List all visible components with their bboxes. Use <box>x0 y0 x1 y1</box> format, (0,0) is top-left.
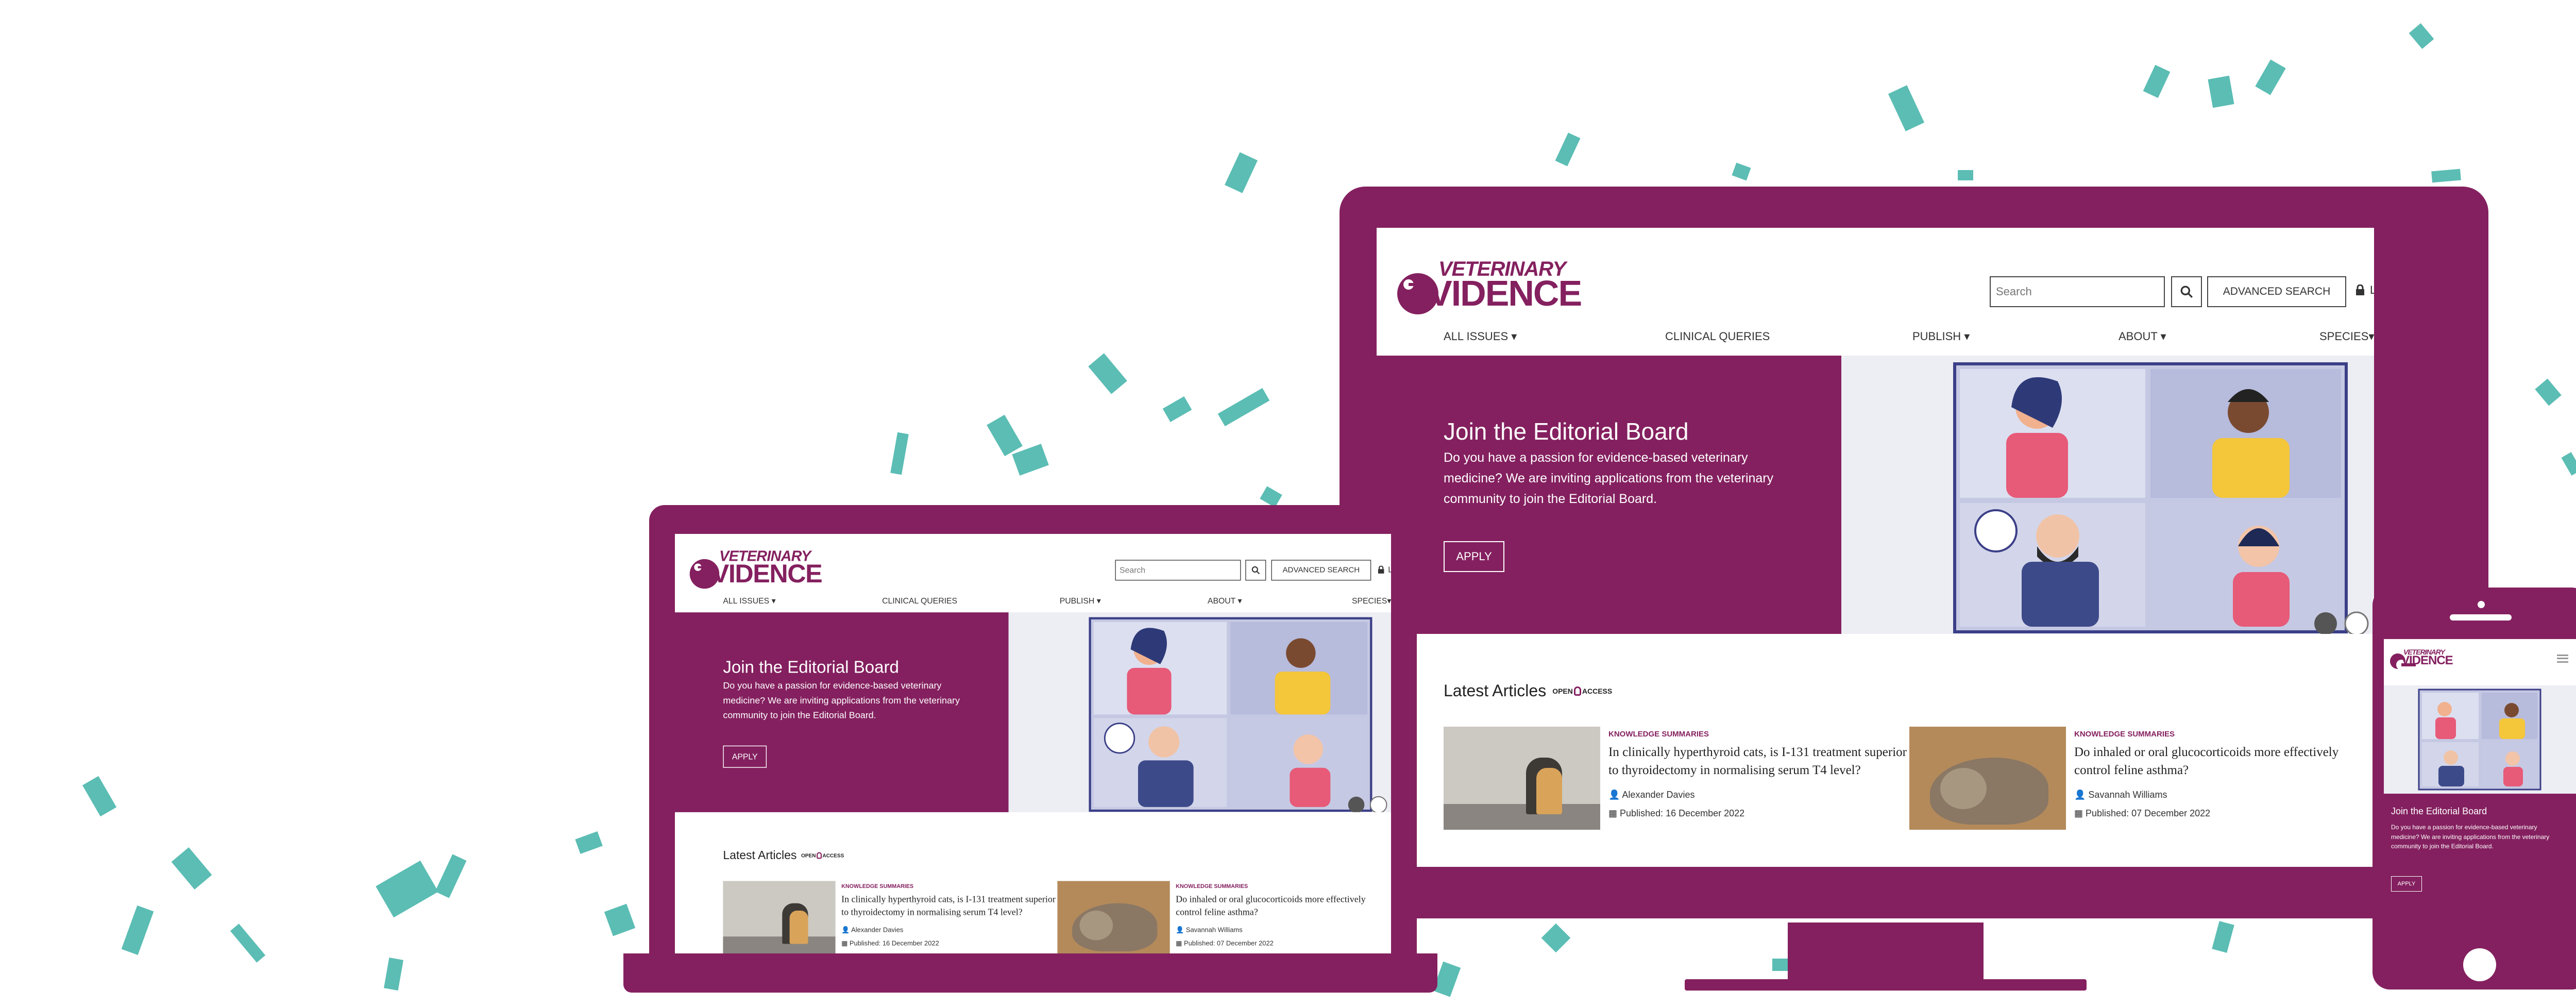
article-thumbnail-cat-bowl[interactable] <box>1444 727 1600 830</box>
hero-title: Join the Editorial Board <box>1444 418 1689 445</box>
video-call-illustration <box>2418 689 2541 791</box>
hero-title: Join the Editorial Board <box>723 657 899 677</box>
nav-all-issues[interactable]: ALL ISSUES ▾ <box>723 596 775 606</box>
latest-articles-heading: Latest Articles OPEN ACCESS <box>723 848 844 862</box>
footer-band <box>1377 867 2374 913</box>
site-logo[interactable]: VETERINARY VIDENCE <box>1397 259 1624 314</box>
open-access-badge: OPEN ACCESS <box>801 852 844 859</box>
article-category[interactable]: KNOWLEDGE SUMMARIES <box>1608 730 1709 739</box>
open-access-badge: OPEN ACCESS <box>1552 686 1613 696</box>
article-thumbnail-cat-bowl[interactable] <box>723 881 836 955</box>
article-category[interactable]: KNOWLEDGE SUMMARIES <box>2074 730 2175 739</box>
lock-icon <box>1378 565 1384 574</box>
nav-clinical-queries[interactable]: CLINICAL QUERIES <box>882 596 957 606</box>
phone-speaker <box>2450 614 2512 621</box>
phone-screen: VETERINARY VIDENCE Join the Editorial Bo… <box>2384 639 2576 938</box>
search-button[interactable] <box>2171 276 2202 307</box>
site-logo[interactable]: VETERINARY VIDENCE <box>2390 648 2472 670</box>
login-label: Login <box>1388 565 1391 575</box>
apply-button[interactable]: APPLY <box>2391 876 2422 892</box>
video-call-illustration <box>1089 617 1387 812</box>
laptop: VETERINARY VIDENCE Search ADVANCED SEARC… <box>649 505 1417 969</box>
article-thumbnail-tabby-cat[interactable] <box>1057 881 1170 955</box>
nav-species[interactable]: SPECIES▾ <box>2319 330 2374 343</box>
monitor-base <box>1685 979 2087 991</box>
phone-home-button[interactable] <box>2463 948 2496 981</box>
advanced-search-button[interactable]: ADVANCED SEARCH <box>1271 560 1371 581</box>
hero-illustration <box>2384 685 2576 794</box>
search-input[interactable]: Search <box>1115 560 1241 581</box>
login-link[interactable]: Login <box>2355 283 2374 297</box>
lock-icon <box>2356 284 2364 295</box>
nav-about[interactable]: ABOUT ▾ <box>1208 596 1242 606</box>
nav-publish[interactable]: PUBLISH ▾ <box>1912 330 1970 343</box>
article-date: ▦ Published: 07 December 2022 <box>1176 939 1274 947</box>
article-title[interactable]: Do inhaled or oral glucocorticoids more … <box>1176 893 1383 918</box>
hero-text: Do you have a passion for evidence-based… <box>2391 824 2550 850</box>
laptop-base <box>623 953 1437 993</box>
search-input[interactable]: Search <box>1990 276 2165 307</box>
hero-banner: Join the Editorial Board Do you have a p… <box>2384 794 2576 938</box>
open-access-lock-icon <box>1573 686 1581 696</box>
article-date: ▦ Published: 16 December 2022 <box>1608 808 1745 818</box>
article-thumbnail-tabby-cat[interactable] <box>1909 727 2066 830</box>
article-date: ▦ Published: 16 December 2022 <box>841 939 939 947</box>
laptop-screen: VETERINARY VIDENCE Search ADVANCED SEARC… <box>675 534 1391 969</box>
hero-banner: Join the Editorial Board Do you have a p… <box>675 612 1009 812</box>
monitor-screen: VETERINARY VIDENCE Search ADVANCED SEARC… <box>1377 228 2374 913</box>
hero-text: Do you have a passion for evidence-based… <box>723 680 960 720</box>
mobile-phone: VETERINARY VIDENCE Join the Editorial Bo… <box>2372 588 2576 990</box>
hero-text: Do you have a passion for evidence-based… <box>1444 450 1774 506</box>
article-category[interactable]: KNOWLEDGE SUMMARIES <box>841 883 913 890</box>
monitor-chin <box>1340 913 2488 918</box>
hero-illustration <box>1841 356 2374 634</box>
article-date: ▦ Published: 07 December 2022 <box>2074 808 2211 818</box>
search-icon <box>2180 286 2193 298</box>
advanced-search-button[interactable]: ADVANCED SEARCH <box>2207 276 2346 307</box>
latest-articles-heading: Latest Articles OPEN ACCESS <box>1444 681 1613 700</box>
article-category[interactable]: KNOWLEDGE SUMMARIES <box>1176 883 1248 890</box>
article-author: 👤 Alexander Davies <box>841 926 904 934</box>
article-title[interactable]: In clinically hyperthyroid cats, is I-13… <box>1608 743 1918 779</box>
video-call-illustration <box>1953 362 2369 634</box>
monitor-stand <box>1788 923 1984 979</box>
login-link[interactable]: Login <box>1378 565 1391 575</box>
desktop-monitor: VETERINARY VIDENCE Search ADVANCED SEARC… <box>1340 187 2488 918</box>
search-button[interactable] <box>1245 560 1266 581</box>
nav-about[interactable]: ABOUT ▾ <box>2119 330 2166 343</box>
nav-publish[interactable]: PUBLISH ▾ <box>1060 596 1101 606</box>
site-logo[interactable]: VETERINARY VIDENCE <box>689 549 853 589</box>
nav-all-issues[interactable]: ALL ISSUES ▾ <box>1444 330 1517 343</box>
hero-banner: Join the Editorial Board Do you have a p… <box>1377 356 1841 634</box>
search-icon <box>1251 566 1260 575</box>
hero-title: Join the Editorial Board <box>2391 806 2487 816</box>
article-author: 👤 Savannah Williams <box>1176 926 1243 934</box>
article-title[interactable]: In clinically hyperthyroid cats, is I-13… <box>841 893 1063 918</box>
open-access-lock-icon <box>816 852 822 859</box>
nav-clinical-queries[interactable]: CLINICAL QUERIES <box>1665 330 1770 343</box>
apply-button[interactable]: APPLY <box>723 745 767 768</box>
hero-illustration <box>1008 612 1391 812</box>
hamburger-icon[interactable] <box>2557 655 2568 663</box>
login-label: Login <box>2370 283 2374 296</box>
article-author: 👤 Alexander Davies <box>1608 790 1695 800</box>
nav-species[interactable]: SPECIES▾ <box>1352 596 1391 606</box>
apply-button[interactable]: APPLY <box>1444 541 1504 572</box>
article-title[interactable]: Do inhaled or oral glucocorticoids more … <box>2074 743 2363 779</box>
phone-camera <box>2478 601 2485 608</box>
article-author: 👤 Savannah Williams <box>2074 790 2167 800</box>
